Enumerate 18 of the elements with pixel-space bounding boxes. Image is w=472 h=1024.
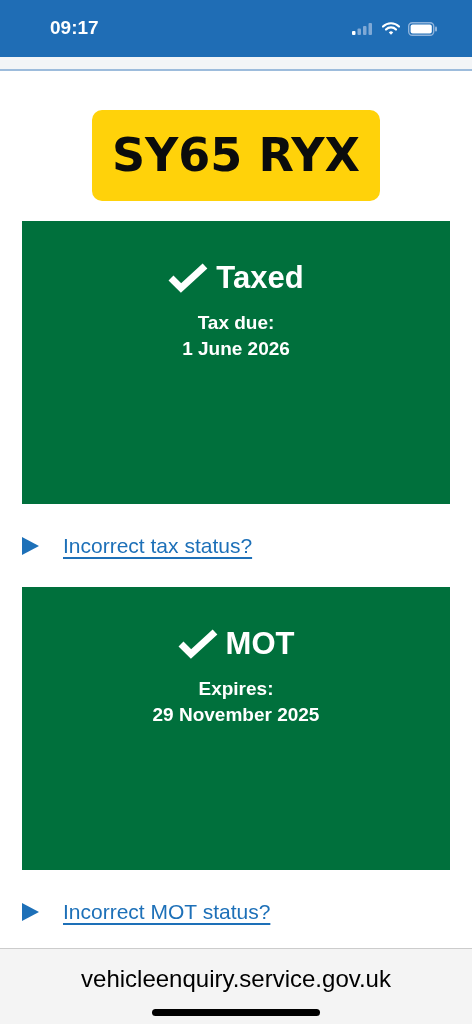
triangle-icon[interactable] (22, 536, 39, 555)
battery-icon (408, 21, 438, 36)
status-title: Taxed (216, 259, 304, 297)
status-date: 1 June 2026 (181, 337, 291, 362)
number-plate: SY65 RYX (92, 110, 380, 201)
check-icon (168, 263, 209, 294)
status-label: Expires: (197, 676, 275, 701)
triangle-icon[interactable] (22, 902, 39, 921)
status-title: MOT (225, 625, 295, 663)
signal-icon (352, 22, 374, 35)
status-link[interactable]: Incorrect MOT status? (63, 895, 271, 928)
url-text[interactable]: vehicleenquiry.service.gov.uk (81, 961, 391, 997)
check-icon (177, 629, 218, 660)
status-link[interactable]: Incorrect tax status? (63, 529, 253, 562)
status-label: Tax due: (196, 310, 276, 335)
wifi-icon (382, 22, 400, 35)
status-date: 29 November 2025 (151, 703, 321, 728)
clock-time: 09:17 (50, 16, 99, 41)
